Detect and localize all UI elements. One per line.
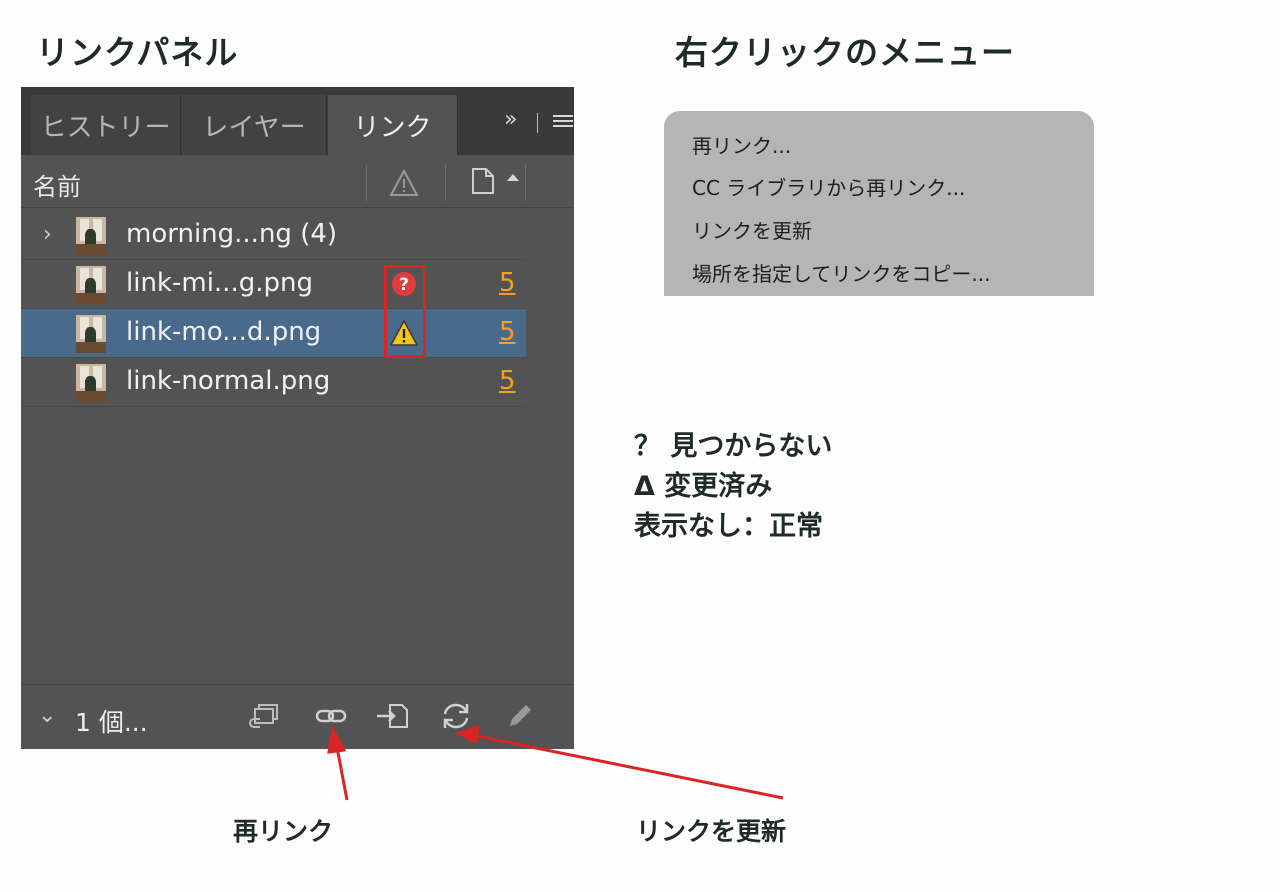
caption-update-link: リンクを更新 <box>636 817 787 846</box>
annotation-arrows <box>327 724 784 801</box>
arrow-relink <box>327 725 349 801</box>
caption-relink: 再リンク <box>233 817 334 846</box>
arrow-update-link <box>455 724 784 800</box>
